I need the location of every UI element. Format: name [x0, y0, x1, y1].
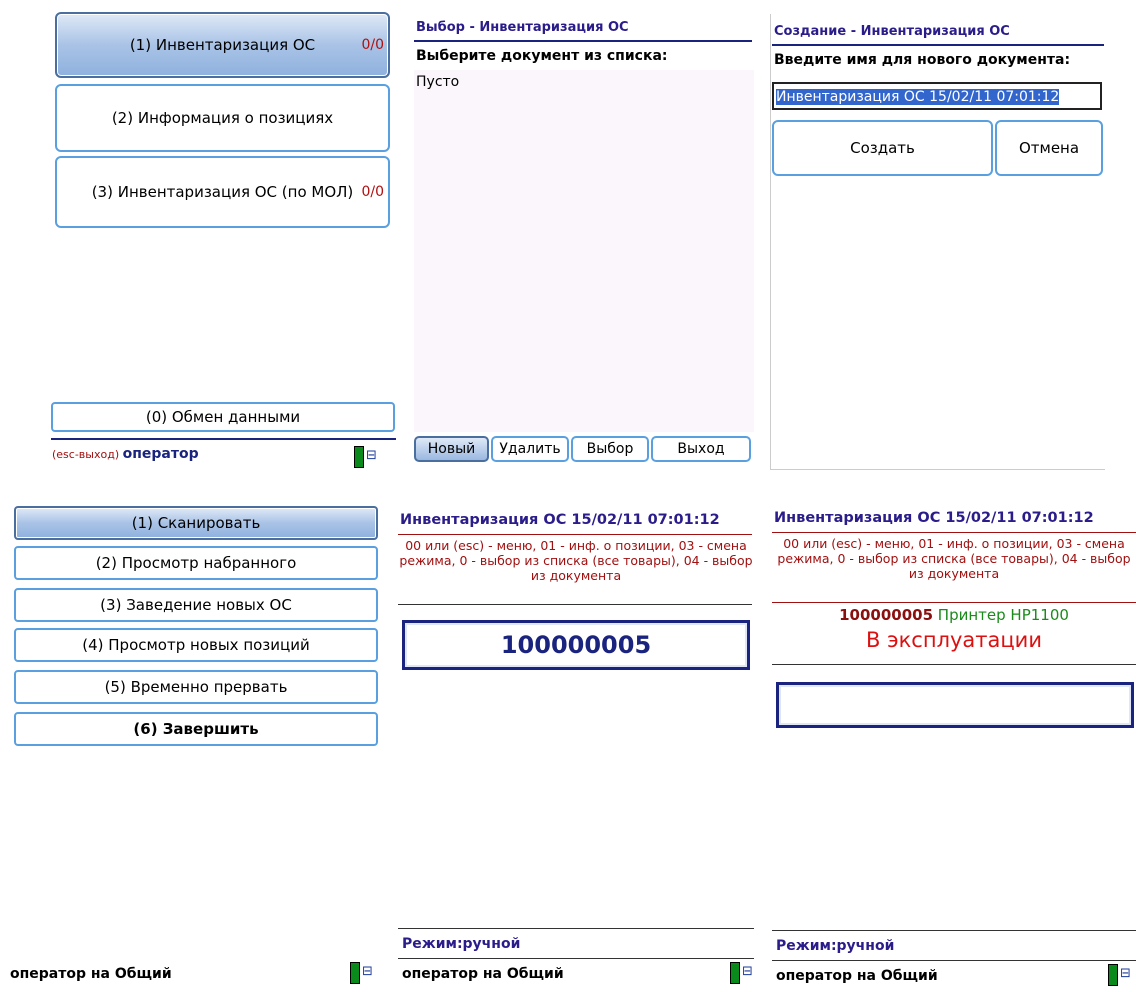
scan-label: (1) Сканировать: [131, 514, 261, 532]
pause-label: (5) Временно прервать: [104, 678, 288, 696]
scan-title: Инвентаризация ОС 15/02/11 07:01:12: [400, 512, 720, 528]
menu-position-info-button[interactable]: (2) Информация о позициях: [55, 84, 390, 152]
panel6-mode-divider-bottom: [772, 960, 1136, 961]
pause-button[interactable]: (5) Временно прервать: [14, 670, 378, 704]
item-help-divider: [772, 602, 1136, 603]
menu-position-info-label: (2) Информация о позициях: [111, 109, 334, 127]
scan-title-divider: [398, 534, 752, 535]
panel5-mode: Режим:ручной: [402, 936, 521, 952]
barcode-input[interactable]: 100000005: [402, 620, 750, 670]
panel6-mode-divider-top: [772, 930, 1136, 931]
panel5-connection-icon: ⊟: [730, 962, 756, 984]
esc-hint: (esc-выход): [52, 448, 120, 461]
connection-icon: ⊟: [354, 446, 380, 468]
choose-button[interactable]: Выбор: [571, 436, 649, 462]
document-name-field[interactable]: Инвентаризация ОС 15/02/11 07:01:12: [772, 82, 1102, 110]
create-prompt: Введите имя для нового документа:: [774, 52, 1071, 68]
exit-button[interactable]: Выход: [651, 436, 751, 462]
panel6-mode: Режим:ручной: [776, 938, 895, 954]
panel6-connection-icon: ⊟: [1108, 964, 1134, 986]
item-line: 100000005 Принтер HP1100: [772, 606, 1136, 624]
panel5-mode-divider-bottom: [398, 958, 754, 959]
scan-help-divider: [398, 604, 752, 605]
exchange-button[interactable]: (0) Обмен данными: [51, 402, 395, 432]
panel6-status: оператор на Общий: [776, 968, 938, 984]
exit-label: Выход: [677, 441, 725, 457]
barcode-value: 100000005: [500, 631, 652, 659]
finish-label: (6) Завершить: [133, 720, 259, 738]
panel4-status: оператор на Общий: [10, 966, 172, 982]
delete-button[interactable]: Удалить: [491, 436, 569, 462]
scan-button[interactable]: (1) Сканировать: [14, 506, 378, 540]
delete-label: Удалить: [499, 441, 561, 457]
view-scanned-button[interactable]: (2) Просмотр набранного: [14, 546, 378, 580]
choose-label: Выбор: [586, 441, 634, 457]
item-help-text: 00 или (esc) - меню, 01 - инф. о позиции…: [777, 536, 1131, 581]
panel4-connection-icon: ⊟: [350, 962, 376, 984]
exchange-label: (0) Обмен данными: [145, 408, 301, 426]
document-list[interactable]: Пусто: [414, 70, 754, 432]
create-label: Создать: [850, 139, 915, 157]
cancel-button[interactable]: Отмена: [995, 120, 1103, 176]
menu-inventory-mol-button[interactable]: (3) Инвентаризация ОС (по МОЛ) 0/0: [55, 156, 390, 228]
item-barcode-input[interactable]: [776, 682, 1134, 728]
panel5-status: оператор на Общий: [402, 966, 564, 982]
finish-button[interactable]: (6) Завершить: [14, 712, 378, 746]
view-new-positions-label: (4) Просмотр новых позиций: [82, 636, 310, 654]
new-label: Новый: [427, 441, 476, 457]
create-title-divider: [772, 44, 1104, 46]
item-name: Принтер HP1100: [937, 606, 1069, 624]
status-user: оператор: [122, 446, 199, 462]
item-code: 100000005: [839, 606, 934, 624]
document-name-value: Инвентаризация ОС 15/02/11 07:01:12: [776, 89, 1060, 105]
status-divider: [51, 438, 396, 440]
menu-inventory-mol-label: (3) Инвентаризация ОС (по МОЛ): [91, 183, 354, 201]
cancel-label: Отмена: [1018, 139, 1080, 157]
select-prompt: Выберите документ из списка:: [416, 48, 668, 64]
item-title: Инвентаризация ОС 15/02/11 07:01:12: [774, 510, 1094, 526]
status-bar: (esc-выход) оператор: [52, 446, 199, 462]
add-new-assets-label: (3) Заведение новых ОС: [100, 596, 292, 614]
menu-inventory-mol-count: 0/0: [361, 184, 384, 200]
item-title-divider: [772, 532, 1136, 533]
item-state: В эксплуатации: [866, 628, 1042, 652]
menu-inventory-count: 0/0: [361, 37, 384, 53]
panel5-mode-divider-top: [398, 928, 754, 929]
empty-list-text: Пусто: [416, 74, 460, 90]
scan-help-text: 00 или (esc) - меню, 01 - инф. о позиции…: [399, 538, 753, 583]
view-scanned-label: (2) Просмотр набранного: [95, 554, 297, 572]
view-new-positions-button[interactable]: (4) Просмотр новых позиций: [14, 628, 378, 662]
menu-inventory-button[interactable]: (1) Инвентаризация ОС 0/0: [55, 12, 390, 78]
create-button[interactable]: Создать: [772, 120, 993, 176]
new-button[interactable]: Новый: [414, 436, 489, 462]
item-state-divider: [772, 664, 1136, 665]
add-new-assets-button[interactable]: (3) Заведение новых ОС: [14, 588, 378, 622]
create-title: Создание - Инвентаризация ОС: [774, 24, 1010, 39]
menu-inventory-label: (1) Инвентаризация ОС: [129, 36, 316, 54]
select-title: Выбор - Инвентаризация ОС: [416, 20, 629, 35]
select-title-divider: [414, 40, 752, 42]
